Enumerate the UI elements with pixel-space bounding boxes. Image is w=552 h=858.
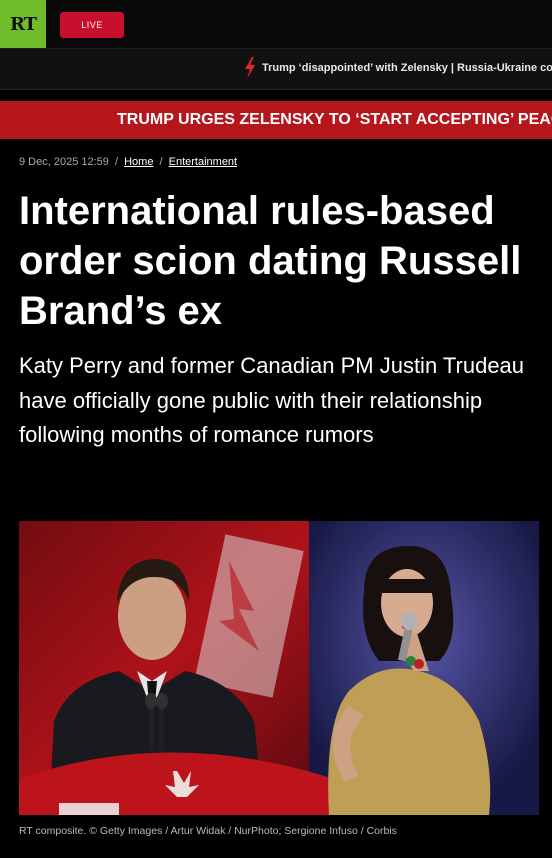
breadcrumb-separator: / bbox=[159, 156, 163, 168]
breaking-news-banner[interactable]: TRUMP URGES ZELENSKY TO ‘START ACCEPTING… bbox=[0, 101, 552, 139]
breaking-headline[interactable]: TRUMP URGES ZELENSKY TO ‘START ACCEPTING… bbox=[117, 111, 552, 129]
rt-logo[interactable]: RT bbox=[0, 0, 46, 48]
top-bar: RT LIVE bbox=[0, 0, 552, 49]
article-title: International rules-based order scion da… bbox=[19, 189, 522, 333]
image-caption: RT composite. © Getty Images / Artur Wid… bbox=[19, 825, 397, 837]
breadcrumb-entertainment-link[interactable]: Entertainment bbox=[169, 156, 237, 168]
ticker-headline[interactable]: Trump ‘disappointed’ with Zelensky | Rus… bbox=[262, 62, 552, 74]
composite-photo bbox=[19, 521, 539, 815]
article-image[interactable] bbox=[19, 521, 539, 815]
lightning-bolt-icon bbox=[245, 57, 255, 79]
news-ticker[interactable]: Trump ‘disappointed’ with Zelensky | Rus… bbox=[0, 49, 552, 90]
article-lede: Katy Perry and former Canadian PM Justin… bbox=[19, 353, 525, 447]
publish-date: 9 Dec, 2025 12:59 bbox=[19, 156, 109, 168]
breadcrumb-separator: / bbox=[114, 156, 119, 168]
logo-text: RT bbox=[9, 13, 37, 35]
article-meta: 9 Dec, 2025 12:59 / Home / Entertainment bbox=[19, 156, 237, 168]
live-button[interactable]: LIVE bbox=[60, 12, 124, 38]
breadcrumb-home-link[interactable]: Home bbox=[124, 156, 153, 168]
